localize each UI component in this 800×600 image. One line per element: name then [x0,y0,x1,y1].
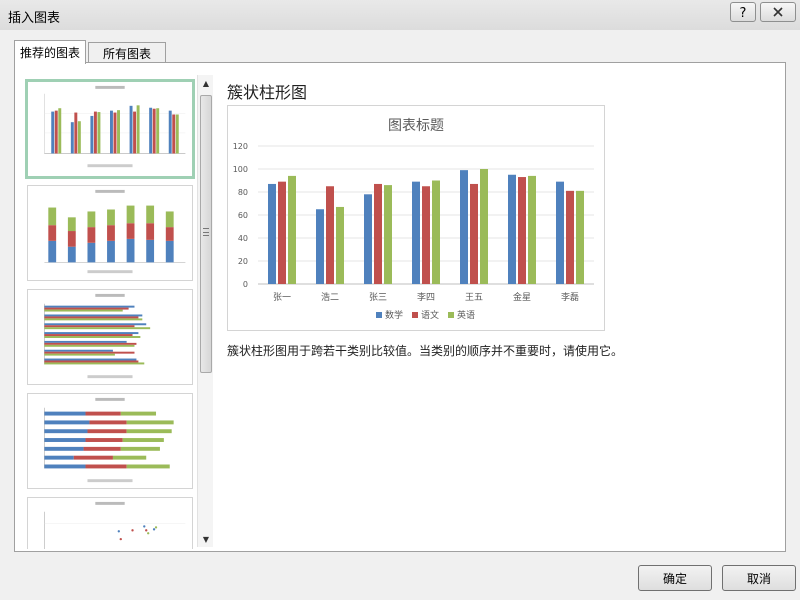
scroll-down-icon[interactable]: ▼ [198,531,214,547]
chart-title: 图表标题 [388,118,444,134]
grip-icon [203,228,209,236]
thumb-clustered-bar[interactable] [27,289,193,385]
close-icon [773,7,783,17]
bar [528,175,536,284]
stacked-bar-thumb-icon [44,397,174,483]
tab-all-charts[interactable]: 所有图表 [88,42,166,63]
title-bar: 插入图表 ? [0,0,800,30]
thumbnail-scrollbar[interactable]: ▲ ▼ [197,75,213,547]
clustered-bar-thumb-icon [44,293,151,379]
thumb-bar [110,110,113,154]
thumb-bar [149,107,153,154]
thumb-bar [156,108,160,154]
thumb-bar [97,112,101,154]
bar [374,183,382,284]
thumb-bar [168,110,172,154]
stacked-column-thumb-icon [44,189,186,274]
thumb-bar [152,108,156,154]
cancel-button[interactable]: 取消 [722,565,796,591]
x-tick-label: 浩二 [321,291,339,303]
scroll-thumb[interactable] [200,95,212,373]
y-tick-label: 40 [238,234,248,243]
legend-label: 英语 [457,309,475,321]
x-tick-label: 张三 [369,292,387,303]
thumb-bar [113,112,117,154]
bar [556,181,564,284]
preview-chart: 图表标题 0 20 40 60 80 100 120 张一 浩二 张三 李四 王五 金星 李磊数学 语文 英语 [233,118,594,321]
y-tick-label: 60 [238,211,248,220]
question-icon: ? [740,6,747,19]
chart-description: 簇状柱形图用于跨若干类别比较值。当类别的顺序并不重要时，请使用它。 [227,344,624,358]
x-tick-label: 李四 [417,291,435,303]
bar [316,209,324,284]
x-tick-label: 王五 [465,292,483,303]
thumb-bar [90,115,94,154]
chart-preview: 图表标题 0 20 40 60 80 100 120 张一 浩二 张三 李四 王五 金星 李磊数学 语文 英语 [227,105,605,331]
thumb-bar [74,112,78,154]
thumb-bar [93,111,97,154]
bar [480,169,488,284]
legend-swatch [412,312,418,318]
bar [470,183,478,284]
scroll-up-icon[interactable]: ▲ [198,75,214,91]
thumb-stacked-column[interactable] [27,185,193,281]
thumb-bar [77,121,81,154]
bar [288,175,296,284]
x-tick-label: 张一 [273,292,291,303]
thumb-bar [129,105,133,154]
bar [518,177,526,284]
bar [576,190,584,284]
thumb-bar [51,111,55,154]
y-tick-label: 100 [233,165,248,174]
thumb-bar [136,105,140,154]
bar [422,186,430,284]
legend-label: 数学 [385,309,403,321]
scatter-thumb-icon [44,501,186,549]
bar [460,170,468,284]
bar [508,174,516,284]
y-tick-label: 0 [243,280,248,289]
bar [326,186,334,284]
legend-label: 语文 [421,309,439,321]
bar [566,190,574,284]
thumb-bar [54,110,58,154]
thumb-stacked-bar[interactable] [27,393,193,489]
ok-button[interactable]: 确定 [638,565,712,591]
bar [384,185,392,284]
bar [364,194,372,284]
y-tick-label: 20 [238,257,248,266]
bar [336,206,344,284]
help-button[interactable]: ? [730,2,756,22]
thumb-bar [70,122,74,154]
window-title: 插入图表 [8,11,61,26]
bar [432,180,440,284]
svg-text:?: ? [740,6,747,19]
x-tick-label: 李磊 [561,291,579,303]
legend-swatch [448,312,454,318]
thumb-bar [58,108,62,154]
clustered-column-thumb-icon [44,85,186,168]
thumb-bar [172,114,176,154]
y-tick-label: 120 [233,142,248,151]
recommended-panel: ▲ ▼ 簇状柱形图 图表标题 0 20 40 60 80 100 120 张一 浩二 张三 李四 王五 金… [14,62,786,552]
thumb-clustered-column[interactable] [25,79,195,179]
chart-type-name: 簇状柱形图 [227,83,308,102]
close-button[interactable] [760,2,796,22]
thumb-bar [175,114,179,154]
legend-swatch [376,312,382,318]
x-tick-label: 金星 [513,291,531,303]
y-tick-label: 80 [238,188,248,197]
bar [268,183,276,284]
bar [412,181,420,284]
tab-recommended[interactable]: 推荐的图表 [14,40,86,64]
thumb-bar [117,110,120,154]
chart-thumbnail-list[interactable] [25,75,203,549]
thumb-bar [133,111,137,154]
bar [278,181,286,284]
thumb-scatter[interactable] [27,497,193,549]
